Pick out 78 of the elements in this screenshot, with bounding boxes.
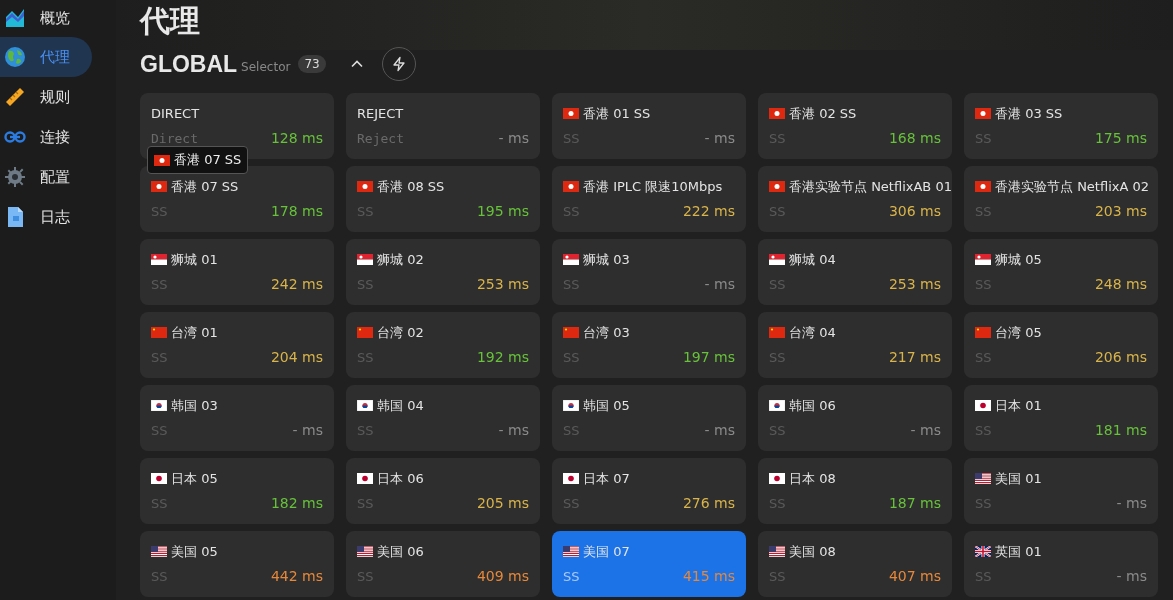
delay-value: - ms bbox=[1116, 568, 1147, 584]
proxy-name: 香港实验节点 NetflixAB 01 bbox=[789, 177, 952, 196]
delay-value: 175 ms bbox=[1094, 130, 1147, 146]
proxy-name: 香港 03 SS bbox=[995, 104, 1063, 123]
proxy-name: 美国 07 bbox=[583, 542, 630, 561]
proxy-name: 狮城 04 bbox=[789, 250, 836, 269]
proxy-name: REJECT bbox=[357, 106, 404, 121]
delay-value: 203 ms bbox=[1094, 203, 1147, 219]
proxy-name: 香港 IPLC 限速10Mbps bbox=[583, 177, 723, 196]
delay-value: 192 ms bbox=[476, 349, 529, 365]
proxy-name: 台湾 04 bbox=[789, 323, 836, 342]
proxy-type: SS bbox=[563, 568, 580, 584]
proxy-name: 狮城 05 bbox=[995, 250, 1042, 269]
proxy-name: 美国 08 bbox=[789, 542, 836, 561]
delay-value: 409 ms bbox=[476, 568, 529, 584]
proxy-name: 香港 08 SS bbox=[377, 177, 445, 196]
delay-value: 195 ms bbox=[476, 203, 529, 219]
delay-value: 407 ms bbox=[888, 568, 941, 584]
delay-value: - ms bbox=[498, 130, 529, 146]
delay-value: - ms bbox=[704, 422, 735, 438]
tooltip: 香港 07 SS bbox=[147, 146, 249, 174]
proxy-name: 美国 01 bbox=[995, 469, 1042, 488]
delay-value: 187 ms bbox=[888, 495, 941, 511]
proxy-type: Reject bbox=[357, 130, 404, 146]
group-name: GLOBAL bbox=[140, 50, 238, 78]
page-title: 代理 bbox=[140, 6, 200, 40]
delay-value: - ms bbox=[910, 422, 941, 438]
proxy-name: 日本 08 bbox=[789, 469, 836, 488]
proxy-name: 香港实验节点 NetflixA 02 bbox=[995, 177, 1149, 196]
group-type: Selector bbox=[241, 60, 291, 74]
delay-value: 206 ms bbox=[1094, 349, 1147, 365]
proxy-name: 台湾 01 bbox=[171, 323, 218, 342]
delay-value: 248 ms bbox=[1094, 276, 1147, 292]
proxy-name: 台湾 02 bbox=[377, 323, 424, 342]
delay-value: 442 ms bbox=[270, 568, 323, 584]
proxy-name: 日本 05 bbox=[171, 469, 218, 488]
proxy-name: 狮城 01 bbox=[171, 250, 218, 269]
count-badge: 73 bbox=[298, 55, 326, 73]
delay-value: 306 ms bbox=[888, 203, 941, 219]
delay-value: - ms bbox=[704, 276, 735, 292]
delay-value: - ms bbox=[498, 422, 529, 438]
delay-value: - ms bbox=[292, 422, 323, 438]
proxy-name: DIRECT bbox=[151, 106, 200, 121]
proxy-name: 香港 07 SS bbox=[171, 177, 239, 196]
proxy-name: 美国 05 bbox=[171, 542, 218, 561]
delay-value: 168 ms bbox=[888, 130, 941, 146]
proxy-name: 韩国 04 bbox=[377, 396, 424, 415]
proxy-name: 日本 07 bbox=[583, 469, 630, 488]
delay-value: 178 ms bbox=[270, 203, 323, 219]
proxy-name: 狮城 03 bbox=[583, 250, 630, 269]
delay-value: 205 ms bbox=[476, 495, 529, 511]
delay-value: - ms bbox=[704, 130, 735, 146]
proxy-name: 香港 02 SS bbox=[789, 104, 857, 123]
proxy-name: 英国 01 bbox=[995, 542, 1042, 561]
delay-value: 182 ms bbox=[270, 495, 323, 511]
delay-value: 128 ms bbox=[270, 130, 323, 146]
proxy-name: 日本 01 bbox=[995, 396, 1042, 415]
proxy-name: 台湾 03 bbox=[583, 323, 630, 342]
delay-value: 181 ms bbox=[1094, 422, 1147, 438]
proxy-name: 韩国 05 bbox=[583, 396, 630, 415]
proxy-name: 韩国 06 bbox=[789, 396, 836, 415]
delay-value: 242 ms bbox=[270, 276, 323, 292]
delay-value: 217 ms bbox=[888, 349, 941, 365]
proxy-name: 韩国 03 bbox=[171, 396, 218, 415]
delay-value: 276 ms bbox=[682, 495, 735, 511]
proxy-name: 日本 06 bbox=[377, 469, 424, 488]
proxy-name: 狮城 02 bbox=[377, 250, 424, 269]
delay-value: - ms bbox=[1116, 495, 1147, 511]
delay-value: 253 ms bbox=[476, 276, 529, 292]
delay-value: 253 ms bbox=[888, 276, 941, 292]
proxy-name: 美国 06 bbox=[377, 542, 424, 561]
delay-value: 197 ms bbox=[682, 349, 735, 365]
proxy-type: Direct bbox=[151, 130, 198, 146]
proxy-name: 台湾 05 bbox=[995, 323, 1042, 342]
delay-value: 204 ms bbox=[270, 349, 323, 365]
delay-value: 415 ms bbox=[682, 568, 735, 584]
delay-value: 222 ms bbox=[682, 203, 735, 219]
proxy-name: 香港 01 SS bbox=[583, 104, 651, 123]
